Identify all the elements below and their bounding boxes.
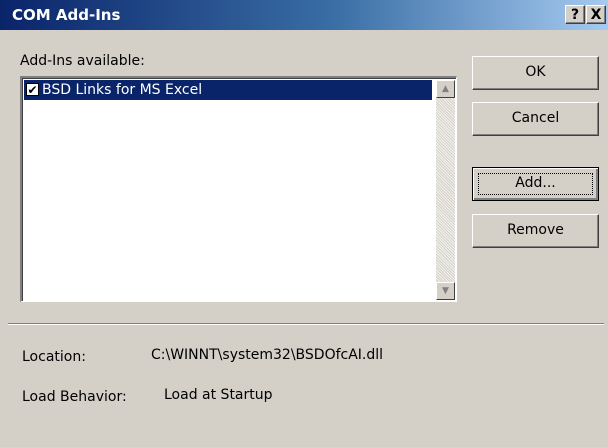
scroll-down-icon[interactable]: ▼ bbox=[436, 282, 455, 300]
separator bbox=[8, 323, 604, 325]
cancel-button-label: Cancel bbox=[511, 110, 560, 126]
help-icon[interactable]: ? bbox=[565, 5, 585, 24]
vertical-scrollbar[interactable]: ▲ ▼ bbox=[436, 80, 455, 300]
list-item[interactable]: ✔ BSD Links for MS Excel bbox=[24, 80, 432, 100]
cancel-button[interactable]: Cancel bbox=[472, 102, 599, 136]
add-button-label: Add... bbox=[515, 175, 556, 191]
close-icon[interactable]: X bbox=[586, 5, 606, 24]
load-behavior-label: Load Behavior: bbox=[22, 389, 127, 405]
title-bar[interactable]: COM Add-Ins ? X bbox=[0, 0, 608, 30]
window-title: COM Add-Ins bbox=[12, 6, 121, 24]
scroll-up-icon[interactable]: ▲ bbox=[436, 80, 455, 98]
add-button[interactable]: Add... bbox=[472, 167, 599, 201]
checkbox-checked-icon[interactable]: ✔ bbox=[26, 83, 39, 97]
addins-available-label: Add-Ins available: bbox=[20, 53, 145, 69]
ok-button[interactable]: OK bbox=[472, 56, 599, 90]
location-value: C:\WINNT\system32\BSDOfcAI.dll bbox=[151, 347, 384, 363]
remove-button-label: Remove bbox=[507, 222, 564, 238]
list-item-label: BSD Links for MS Excel bbox=[42, 82, 203, 98]
addins-listbox[interactable]: ✔ BSD Links for MS Excel ▲ ▼ bbox=[20, 76, 457, 302]
remove-button[interactable]: Remove bbox=[472, 214, 599, 248]
ok-button-label: OK bbox=[525, 64, 546, 80]
load-behavior-value: Load at Startup bbox=[164, 387, 273, 403]
location-label: Location: bbox=[22, 349, 86, 365]
